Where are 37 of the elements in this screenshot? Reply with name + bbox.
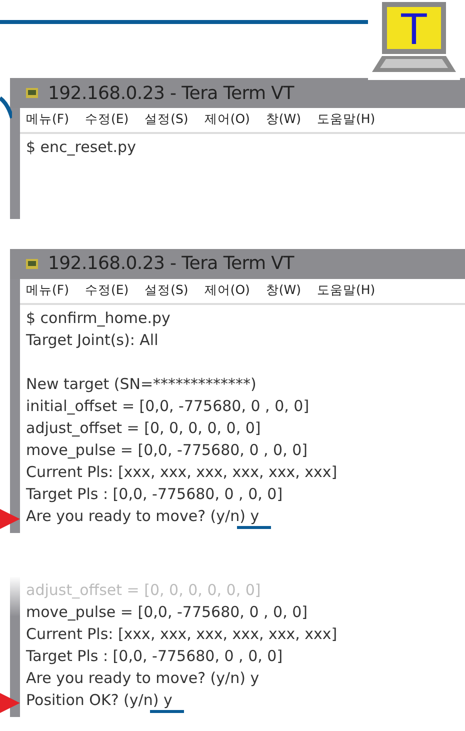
menu-item[interactable]: 수정(E) xyxy=(84,110,129,129)
terminal-line: Are you ready to move? (y/n) y xyxy=(26,668,260,688)
menu-item[interactable]: 창(W) xyxy=(266,110,302,129)
terminal-line: move_pulse = [0,0, -775680, 0 , 0, 0] xyxy=(26,440,309,460)
app-icon xyxy=(26,87,38,99)
terminal-line: Are you ready to move? (y/n) y xyxy=(26,506,272,528)
menu-item[interactable]: 설정(S) xyxy=(144,110,188,129)
app-icon xyxy=(26,258,38,270)
menu-item[interactable]: 제어(O) xyxy=(204,110,250,129)
menu-item[interactable]: 제어(O) xyxy=(204,280,250,300)
terminal-line: adjust_offset = [0, 0, 0, 0, 0, 0] xyxy=(26,418,262,438)
pointer-triangle-icon xyxy=(0,692,20,714)
terminal-line: move_pulse = [0,0, -775680, 0 , 0, 0] xyxy=(26,602,309,622)
window-title: 192.168.0.23 - Tera Term VT xyxy=(48,82,294,106)
terminal-line: Current Pls: [xxx, xxx, xxx, xxx, xxx, xxx] xyxy=(26,462,338,482)
terminal-line: Current Pls: [xxx, xxx, xxx, xxx, xxx, xxx] xyxy=(26,624,338,644)
terminal-logo-icon: T xyxy=(368,0,460,80)
menu-item[interactable]: 메뉴(F) xyxy=(26,110,69,129)
menu-item[interactable]: 도움말(H) xyxy=(317,110,376,129)
window-title: 192.168.0.23 - Tera Term VT xyxy=(48,252,294,276)
terminal-line: Position OK? (y/n) y xyxy=(26,690,184,712)
terminal-line: $ confirm_home.py xyxy=(26,308,172,328)
terminal-line: Target Pls : [0,0, -775680, 0 , 0, 0] xyxy=(26,484,284,504)
terminal-line: Target Joint(s): All xyxy=(26,330,160,350)
underline-mark xyxy=(237,526,272,528)
menu-item[interactable]: 메뉴(F) xyxy=(26,280,69,300)
terminal-line: New target (SN=*************) xyxy=(26,374,258,394)
menu-item[interactable]: 창(W) xyxy=(266,280,302,300)
menu-item[interactable]: 도움말(H) xyxy=(317,280,376,300)
menu-item[interactable]: 수정(E) xyxy=(84,280,129,300)
terminal-line: initial_offset = [0,0, -775680, 0 , 0, 0] xyxy=(26,396,310,416)
terminal-line: Target Pls : [0,0, -775680, 0 , 0, 0] xyxy=(26,646,284,666)
terminal-line: $ enc_reset.py xyxy=(26,138,137,158)
underline-mark xyxy=(150,710,184,712)
terminal-line: adjust_offset = [0, 0, 0, 0, 0, 0] xyxy=(26,580,262,600)
pointer-triangle-icon xyxy=(0,508,20,530)
menu-item[interactable]: 설정(S) xyxy=(144,280,188,300)
